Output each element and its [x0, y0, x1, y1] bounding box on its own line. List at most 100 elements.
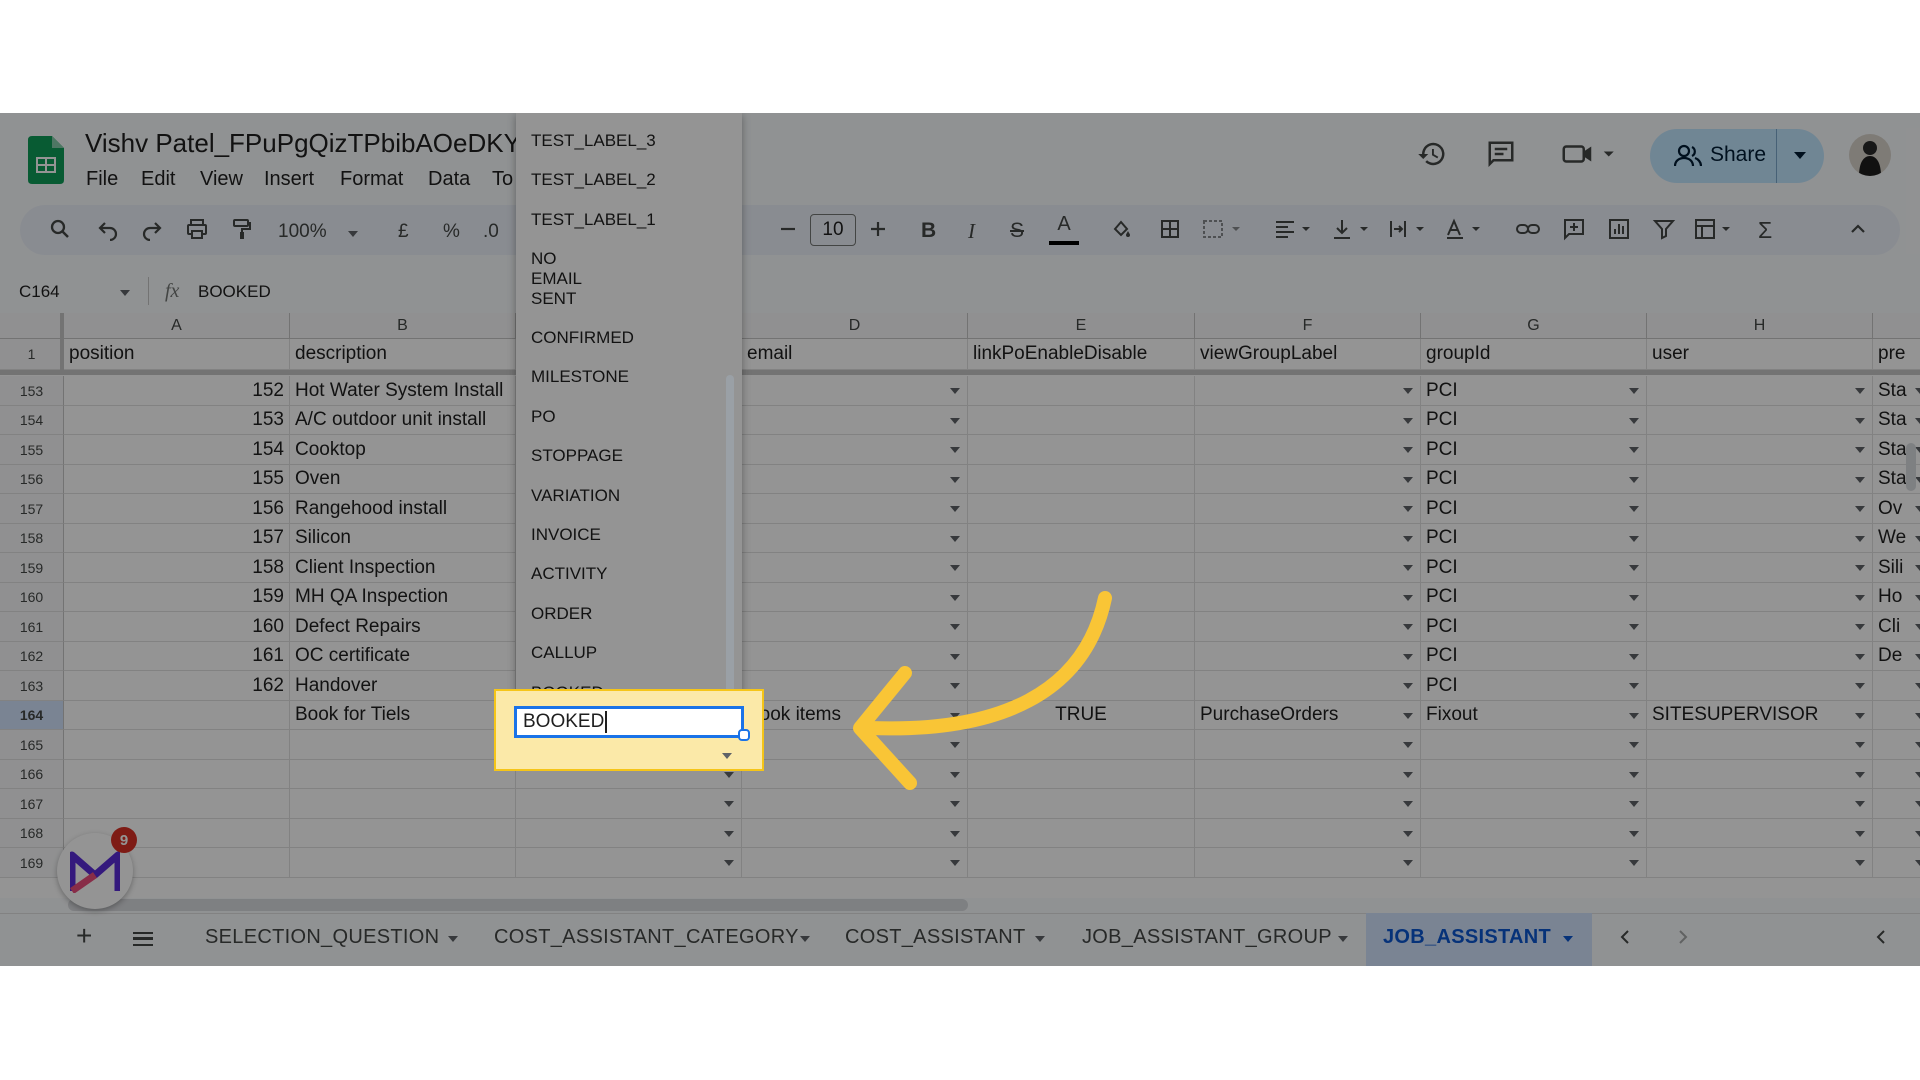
cell-dropdown-chevron-icon[interactable]: [1915, 713, 1920, 719]
zoom-select[interactable]: 100%: [278, 221, 327, 243]
row-number[interactable]: 167: [0, 789, 64, 819]
cell-dropdown-chevron-icon[interactable]: [1915, 388, 1920, 394]
avatar[interactable]: [1849, 134, 1891, 176]
cell-dropdown-chevron-icon[interactable]: [1403, 565, 1413, 571]
table-cell[interactable]: Sili: [1873, 553, 1920, 583]
table-cell[interactable]: PCI: [1421, 671, 1647, 701]
table-cell[interactable]: PCI: [1421, 494, 1647, 524]
table-cell[interactable]: Sta: [1873, 376, 1920, 406]
table-cell[interactable]: 156: [64, 494, 290, 524]
cell-dropdown-chevron-icon[interactable]: [950, 418, 960, 424]
meet-icon[interactable]: [1560, 136, 1620, 172]
cell-dropdown-chevron-icon[interactable]: [724, 801, 734, 807]
column-header[interactable]: A: [64, 313, 290, 339]
column-header[interactable]: F: [1195, 313, 1421, 339]
table-cell[interactable]: [64, 789, 290, 819]
table-cell[interactable]: [1647, 848, 1873, 878]
table-cell[interactable]: [1873, 789, 1920, 819]
table-cell[interactable]: [1195, 553, 1421, 583]
table-cell[interactable]: [290, 789, 516, 819]
column-header[interactable]: B: [290, 313, 516, 339]
table-cell[interactable]: SITESUPERVISOR: [1647, 701, 1873, 730]
table-cell[interactable]: 160: [64, 612, 290, 642]
tab-cost-assistant-chevron-icon[interactable]: [1035, 936, 1045, 942]
table-cell[interactable]: [1647, 760, 1873, 789]
dropdown-option[interactable]: SENT: [531, 289, 576, 309]
row-number[interactable]: 156: [0, 465, 64, 494]
table-cell[interactable]: PurchaseOrders: [1195, 701, 1421, 730]
table-cell[interactable]: 152: [64, 376, 290, 406]
table-cell[interactable]: [1647, 465, 1873, 494]
table-cell[interactable]: [1873, 671, 1920, 701]
horizontal-align-icon[interactable]: [1270, 213, 1318, 245]
row-number[interactable]: 159: [0, 553, 64, 583]
menu-format[interactable]: Format: [340, 168, 403, 191]
header-cell[interactable]: linkPoEnableDisable: [968, 339, 1195, 370]
table-cell[interactable]: De: [1873, 642, 1920, 671]
table-cell[interactable]: [64, 730, 290, 760]
table-cell[interactable]: [1647, 789, 1873, 819]
table-cell[interactable]: [516, 819, 742, 848]
row-number[interactable]: 164: [0, 701, 64, 730]
tab-job-assistant-group[interactable]: JOB_ASSISTANT_GROUP: [1082, 926, 1332, 949]
table-cell[interactable]: [1647, 406, 1873, 435]
paint-format-icon[interactable]: [226, 213, 258, 245]
menu-tools[interactable]: To: [492, 168, 513, 191]
filter-icon[interactable]: [1648, 213, 1680, 245]
cell-dropdown-chevron-icon[interactable]: [1855, 565, 1865, 571]
table-cell[interactable]: [1421, 730, 1647, 760]
header-cell[interactable]: user: [1647, 339, 1873, 370]
cell-dropdown-chevron-icon[interactable]: [950, 831, 960, 837]
table-cell[interactable]: [516, 789, 742, 819]
table-cell[interactable]: [968, 819, 1195, 848]
table-cell[interactable]: [1647, 730, 1873, 760]
cell-dropdown-chevron-icon[interactable]: [1403, 683, 1413, 689]
tab-job-assistant-group-chevron-icon[interactable]: [1338, 936, 1348, 942]
active-cell-editor[interactable]: BOOKED: [514, 706, 750, 741]
cell-dropdown-chevron-icon[interactable]: [1629, 801, 1639, 807]
table-cell[interactable]: [1647, 819, 1873, 848]
table-cell[interactable]: [968, 465, 1195, 494]
table-cell[interactable]: [968, 406, 1195, 435]
side-panel-toggle-icon[interactable]: [1868, 923, 1896, 951]
cell-dropdown-chevron-icon[interactable]: [724, 831, 734, 837]
table-cell[interactable]: Rangehood install: [290, 494, 516, 524]
cell-dropdown-chevron-icon[interactable]: [1403, 447, 1413, 453]
table-cell[interactable]: Silicon: [290, 524, 516, 553]
table-cell[interactable]: [742, 819, 968, 848]
cell-dropdown-chevron-icon[interactable]: [1915, 654, 1920, 660]
table-cell[interactable]: Book for Tiels: [290, 701, 516, 730]
table-cell[interactable]: [1647, 553, 1873, 583]
row-number[interactable]: 166: [0, 760, 64, 789]
table-cell[interactable]: [290, 730, 516, 760]
column-header[interactable]: D: [742, 313, 968, 339]
column-header[interactable]: H: [1647, 313, 1873, 339]
dropdown-option[interactable]: TEST_LABEL_2: [531, 170, 656, 190]
cell-dropdown-chevron-icon[interactable]: [950, 536, 960, 542]
table-cell[interactable]: [1873, 760, 1920, 789]
column-header[interactable]: G: [1421, 313, 1647, 339]
cell-dropdown-chevron-icon[interactable]: [950, 447, 960, 453]
cell-dropdown-chevron-icon[interactable]: [1915, 624, 1920, 630]
table-cell[interactable]: [1873, 730, 1920, 760]
cell-dropdown-chevron-icon[interactable]: [1855, 683, 1865, 689]
insert-comment-icon[interactable]: [1558, 213, 1590, 245]
scroll-tabs-left-icon[interactable]: [1612, 923, 1640, 951]
insert-link-icon[interactable]: [1512, 213, 1544, 245]
table-cell[interactable]: [742, 406, 968, 435]
table-cell[interactable]: [968, 848, 1195, 878]
table-cell[interactable]: [1195, 376, 1421, 406]
cell-dropdown-chevron-icon[interactable]: [1403, 624, 1413, 630]
formula-input[interactable]: BOOKED: [198, 282, 271, 302]
table-cell[interactable]: [1421, 819, 1647, 848]
dropdown-option[interactable]: STOPPAGE: [531, 446, 623, 466]
row-number[interactable]: 165: [0, 730, 64, 760]
table-cell[interactable]: [1647, 524, 1873, 553]
table-cell[interactable]: [1873, 848, 1920, 878]
cell-dropdown-chevron-icon[interactable]: [1403, 772, 1413, 778]
cell-dropdown-chevron-icon[interactable]: [724, 860, 734, 866]
row-number[interactable]: 163: [0, 671, 64, 701]
cell-dropdown-chevron-icon[interactable]: [1915, 595, 1920, 601]
row-number[interactable]: 153: [0, 376, 64, 406]
table-cell[interactable]: PCI: [1421, 612, 1647, 642]
